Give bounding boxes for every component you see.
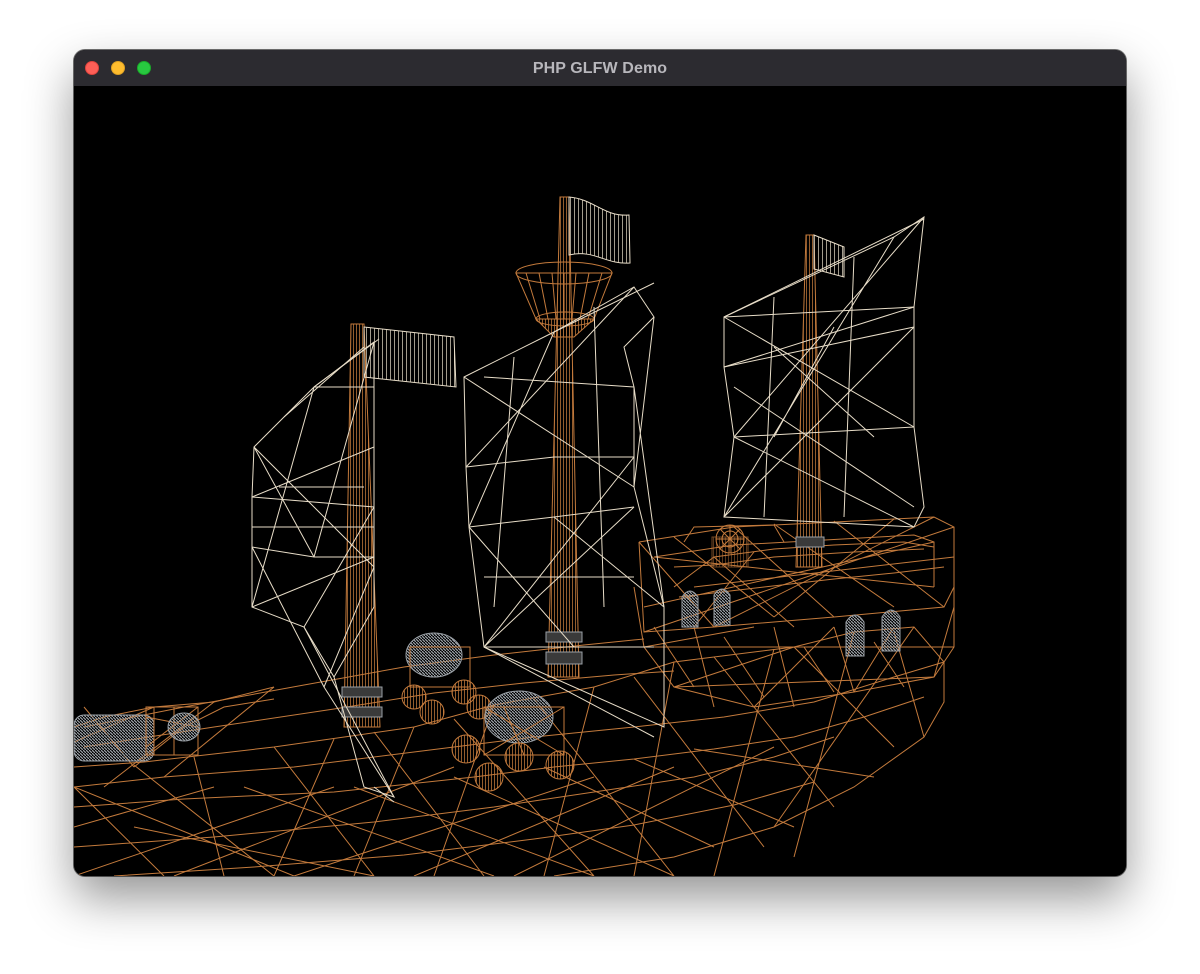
flags xyxy=(363,196,845,388)
title-bar[interactable]: PHP GLFW Demo xyxy=(74,50,1126,87)
ship-wheel xyxy=(711,524,749,568)
app-window: PHP GLFW Demo xyxy=(74,50,1126,876)
stern-windows xyxy=(681,588,901,657)
window-title: PHP GLFW Demo xyxy=(532,60,668,77)
render-viewport[interactable] xyxy=(74,87,1126,876)
wireframe-ship-icon xyxy=(74,196,955,876)
cannons xyxy=(74,632,575,792)
